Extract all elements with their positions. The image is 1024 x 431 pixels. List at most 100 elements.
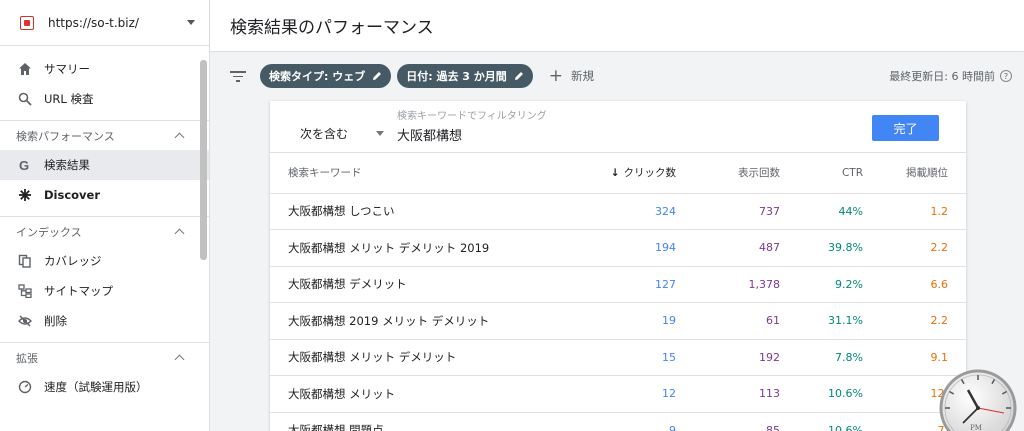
cell-impressions: 487 xyxy=(676,229,780,267)
section-label: 検索パフォーマンス xyxy=(16,129,115,143)
edit-icon xyxy=(514,72,523,80)
search-type-chip[interactable]: 検索タイプ: ウェブ xyxy=(260,64,392,88)
add-filter-button[interactable]: + 新規 xyxy=(549,67,595,85)
keyword-filter-input[interactable]: 大阪都構想 xyxy=(397,125,647,144)
cell-impressions: 1,378 xyxy=(676,266,780,303)
section-enhancements[interactable]: 拡張 xyxy=(0,342,209,372)
page-header: 検索結果のパフォーマンス xyxy=(210,0,1024,52)
column-header-position[interactable]: 掲載順位 xyxy=(863,153,966,194)
last-updated: 最終更新日: 6 時間前 ? xyxy=(889,68,1012,84)
sidebar-item-label: Discover xyxy=(44,188,101,202)
sidebar-item-label: 速度（試験運用版） xyxy=(44,380,148,394)
cell-keyword: 大阪都構想 問題点 xyxy=(270,412,584,431)
done-button[interactable]: 完了 xyxy=(872,115,939,141)
clock-widget: PM xyxy=(939,369,1017,431)
sidebar-item-discover[interactable]: Discover xyxy=(0,180,209,210)
sidebar-item-coverage[interactable]: カバレッジ xyxy=(0,246,209,276)
sidebar-item-label: 検索結果 xyxy=(44,158,90,172)
sidebar-nav: サマリー URL 検査 検索パフォーマンス G 検索結果 Discover イン… xyxy=(0,46,209,402)
page-title: 検索結果のパフォーマンス xyxy=(230,18,434,38)
cell-clicks: 15 xyxy=(584,339,676,376)
sidebar-item-url-inspection[interactable]: URL 検査 xyxy=(0,84,209,114)
site-favicon-icon xyxy=(20,15,34,30)
table-row[interactable]: 大阪都構想 デメリット 127 1,378 9.2% 6.6 xyxy=(270,266,966,303)
cell-position: 1.2 xyxy=(863,193,966,230)
sitemap-icon xyxy=(18,284,32,298)
cell-keyword: 大阪都構想 2019 メリット デメリット xyxy=(270,302,584,340)
cell-impressions: 737 xyxy=(676,193,780,230)
table-row[interactable]: 大阪都構想 メリット デメリット 15 192 7.8% 9.1 xyxy=(270,339,966,376)
google-g-icon: G xyxy=(18,158,32,172)
asterisk-icon xyxy=(18,188,32,202)
cell-impressions: 113 xyxy=(676,375,780,413)
cell-impressions: 192 xyxy=(676,339,780,376)
results-table: 検索キーワード ↓ クリック数 表示回数 CTR 掲載順位 大阪都構想 しつこい … xyxy=(270,153,966,431)
chevron-up-icon xyxy=(174,228,185,239)
sidebar-item-label: 削除 xyxy=(44,314,67,328)
cell-keyword: 大阪都構想 メリット デメリット xyxy=(270,339,584,376)
sidebar-item-label: URL 検査 xyxy=(44,92,94,106)
cell-ctr: 44% xyxy=(780,193,863,230)
table-row[interactable]: 大阪都構想 2019 メリット デメリット 19 61 31.1% 2.2 xyxy=(270,302,966,340)
chevron-up-icon xyxy=(174,132,185,143)
chevron-down-icon xyxy=(187,20,195,25)
table-row[interactable]: 大阪都構想 メリット デメリット 2019 194 487 39.8% 2.2 xyxy=(270,229,966,267)
property-selector[interactable]: https://so-t.biz/ xyxy=(0,0,209,46)
cell-ctr: 31.1% xyxy=(780,302,863,340)
clock-am-pm: PM xyxy=(970,424,982,431)
cell-clicks: 19 xyxy=(584,302,676,340)
sidebar-scrollbar[interactable] xyxy=(200,60,207,260)
eye-off-icon xyxy=(18,314,32,328)
table-row[interactable]: 大阪都構想 メリット 12 113 10.6% 12. xyxy=(270,375,966,413)
filter-bar: 検索タイプ: ウェブ 日付: 過去 3 か月間 + 新規 最終更新日: 6 時間… xyxy=(210,53,1024,99)
results-card: 次を含む 検索キーワードでフィルタリング 大阪都構想 完了 検索キーワード ↓ ク… xyxy=(270,101,966,431)
column-header-keyword[interactable]: 検索キーワード xyxy=(270,153,584,194)
date-range-chip[interactable]: 日付: 過去 3 か月間 xyxy=(397,64,533,88)
cell-position: 2.2 xyxy=(863,302,966,340)
cell-ctr: 39.8% xyxy=(780,229,863,267)
cell-ctr: 10.6% xyxy=(780,375,863,413)
cell-impressions: 61 xyxy=(676,302,780,340)
copy-icon xyxy=(18,254,32,268)
speedometer-icon xyxy=(18,380,32,394)
sidebar-item-removals[interactable]: 削除 xyxy=(0,306,209,336)
keyword-field-label: 検索キーワードでフィルタリング xyxy=(397,111,547,122)
cell-keyword: 大阪都構想 メリット デメリット 2019 xyxy=(270,229,584,267)
sidebar-item-sitemaps[interactable]: サイトマップ xyxy=(0,276,209,306)
add-filter-label: 新規 xyxy=(571,69,595,83)
sidebar-item-label: カバレッジ xyxy=(44,254,102,268)
cell-clicks: 9 xyxy=(584,412,676,431)
column-header-label: クリック数 xyxy=(623,167,677,180)
main-content: 検索タイプ: ウェブ 日付: 過去 3 か月間 + 新規 最終更新日: 6 時間… xyxy=(210,53,1024,431)
cell-keyword: 大阪都構想 メリット xyxy=(270,375,584,413)
cell-keyword: 大阪都構想 しつこい xyxy=(270,193,584,230)
column-header-clicks[interactable]: ↓ クリック数 xyxy=(584,153,677,194)
match-mode-select[interactable]: 次を含む xyxy=(300,125,384,142)
filter-icon[interactable] xyxy=(230,70,246,82)
cell-clicks: 12 xyxy=(584,375,676,413)
cell-impressions: 85 xyxy=(676,412,780,431)
last-updated-text: 最終更新日: 6 時間前 xyxy=(889,70,995,83)
cell-ctr: 7.8% xyxy=(780,339,863,376)
column-header-impressions[interactable]: 表示回数 xyxy=(676,153,780,194)
table-header-row: 検索キーワード ↓ クリック数 表示回数 CTR 掲載順位 xyxy=(270,153,966,194)
sidebar-item-speed[interactable]: 速度（試験運用版） xyxy=(0,372,209,402)
help-icon[interactable]: ? xyxy=(1000,70,1012,82)
table-row[interactable]: 大阪都構想 問題点 9 85 10.6% 7. xyxy=(270,412,966,431)
table-row[interactable]: 大阪都構想 しつこい 324 737 44% 1.2 xyxy=(270,193,966,230)
cell-clicks: 324 xyxy=(584,193,676,230)
search-icon xyxy=(18,92,32,106)
sidebar: https://so-t.biz/ サマリー URL 検査 検索パフォーマンス … xyxy=(0,0,210,431)
section-index[interactable]: インデックス xyxy=(0,216,209,246)
section-label: 拡張 xyxy=(16,351,38,365)
cell-ctr: 10.6% xyxy=(780,412,863,431)
sidebar-item-search-results[interactable]: G 検索結果 xyxy=(0,150,209,180)
sidebar-item-summary[interactable]: サマリー xyxy=(0,54,209,84)
chip-label: 日付: 過去 3 か月間 xyxy=(406,70,507,83)
section-search-performance[interactable]: 検索パフォーマンス xyxy=(0,120,209,150)
edit-icon xyxy=(373,72,382,80)
column-header-ctr[interactable]: CTR xyxy=(780,153,863,194)
sidebar-item-label: サイトマップ xyxy=(44,284,113,298)
chip-label: 検索タイプ: ウェブ xyxy=(269,70,366,83)
cell-position: 2.2 xyxy=(863,229,966,267)
